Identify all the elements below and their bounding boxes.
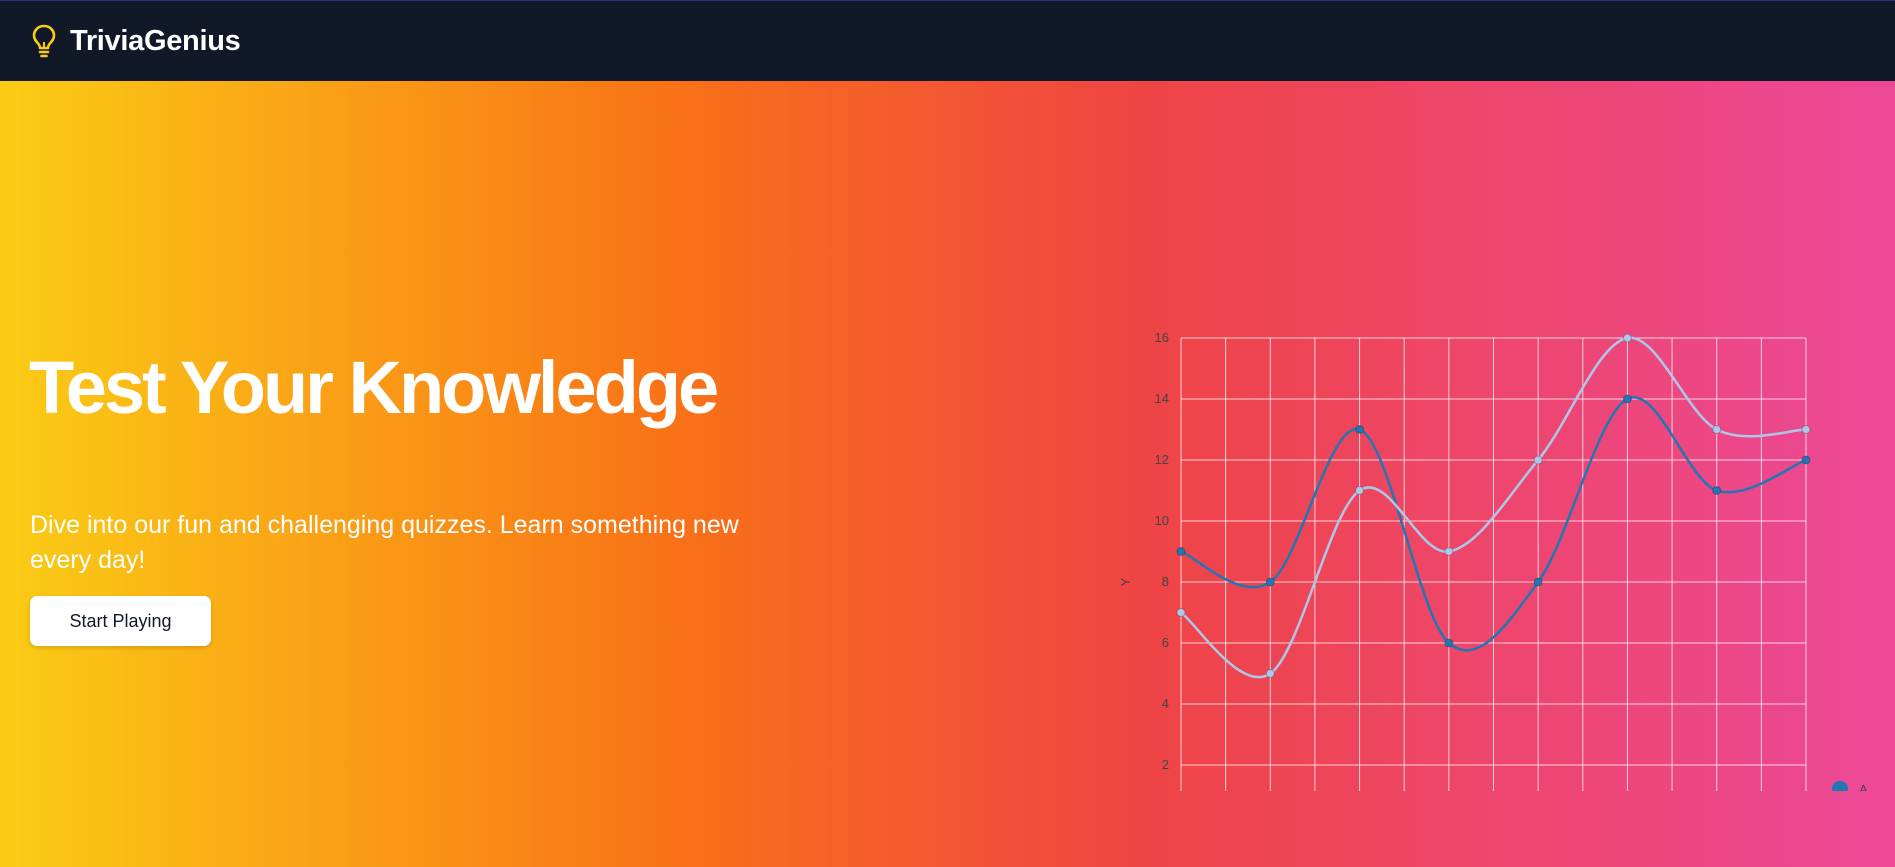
- lightbulb-icon: [32, 24, 56, 58]
- data-point-A: [1533, 577, 1543, 587]
- y-tick-label: 6: [1162, 635, 1169, 650]
- data-point-B: [1533, 455, 1543, 465]
- navbar: TriviaGenius: [0, 0, 1895, 81]
- data-point-B: [1801, 425, 1811, 434]
- hero-subtitle: Dive into our fun and challenging quizze…: [30, 511, 739, 574]
- start-playing-button[interactable]: Start Playing: [30, 596, 211, 646]
- data-point-A: [1801, 455, 1811, 465]
- legend-marker-A: [1832, 781, 1848, 791]
- hero-section: Test Your Knowledge Dive into our fun an…: [0, 81, 1895, 867]
- y-tick-label: 2: [1162, 757, 1169, 772]
- data-point-A: [1622, 394, 1632, 404]
- line-chart: 0246810121416Jan 01Jan 02Jan 03Jan 04Jan…: [1118, 330, 1868, 791]
- y-tick-label: 14: [1155, 391, 1169, 406]
- brand-name: TriviaGenius: [70, 24, 241, 57]
- data-point-B: [1622, 333, 1632, 343]
- y-tick-label: 8: [1162, 574, 1169, 589]
- data-point-B: [1265, 669, 1275, 678]
- y-tick-label: 12: [1155, 452, 1169, 467]
- data-point-B: [1176, 608, 1186, 617]
- y-tick-label: 10: [1155, 513, 1169, 528]
- data-point-A: [1444, 638, 1454, 648]
- y-tick-label: 4: [1162, 696, 1169, 711]
- legend-label-A: A: [1859, 782, 1868, 791]
- y-axis-label: Y: [1118, 577, 1133, 586]
- data-point-B: [1444, 547, 1454, 556]
- chart-grid: [1180, 337, 1807, 791]
- data-point-A: [1355, 425, 1365, 434]
- data-point-B: [1712, 425, 1722, 434]
- data-point-A: [1712, 486, 1722, 495]
- y-tick-label: 16: [1155, 330, 1169, 345]
- brand[interactable]: TriviaGenius: [30, 23, 241, 59]
- data-point-B: [1355, 486, 1365, 495]
- chart-legend: AB: [1832, 781, 1868, 791]
- data-point-A: [1176, 547, 1186, 556]
- hero-title: Test Your Knowledge: [29, 346, 719, 429]
- data-point-A: [1265, 577, 1275, 587]
